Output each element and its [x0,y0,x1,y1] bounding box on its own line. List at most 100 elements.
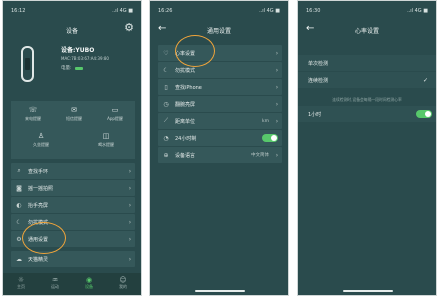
grid-item-sedentary[interactable]: ♙ 久坐提醒 [21,132,61,148]
grid-item-call[interactable]: ☏ 来电提醒 [13,106,53,122]
list-label: 查找手环 [28,168,49,175]
status-signal: ..ıl 4G ■ [259,8,280,14]
settings-row-wrist-turn[interactable]: ◷ 翻腕亮屏 › [158,96,282,112]
heart-icon: ♡ [163,49,169,57]
highlight-circle [175,35,215,67]
chevron-right-icon: › [128,218,132,226]
interval-label: 1小时 [308,111,322,118]
sport-icon: ♒ [51,276,59,284]
tab-label: 我的 [119,284,127,289]
home-indicator [343,290,393,292]
list-label: 天猫精灵 [28,256,49,263]
battery-row: 电量: [61,65,83,71]
tab-profile[interactable]: ☺ 我的 [110,276,136,290]
reminder-grid: ☏ 来电提醒 ✉ 短信提醒 ▭ App提醒 ♙ 久坐提醒 ◫ 喝水提醒 [11,101,135,159]
phone-device-screen: 16:12 ..ıl 4G ■ 设备 ⚙ 设备:YUBO MAC:7B:03:6… [2,0,142,296]
list-item-shake-photo[interactable]: ◙ 摇一摇拍照 › [11,180,135,196]
status-time: 16:12 [11,8,26,14]
status-bar: 16:26 ..ıl 4G ■ [158,8,280,16]
chevron-right-icon: › [275,100,279,108]
interval-toggle[interactable] [416,110,432,118]
chevron-right-icon: › [275,49,279,57]
search-icon: ⌕ [17,167,21,174]
grid-label: 喝水提醒 [98,142,114,147]
settings-row-find-iphone[interactable]: ▯ 查找iPhone › [158,79,282,95]
grid-label: 久坐提醒 [33,142,49,147]
option-continuous-detect[interactable]: 连续检测 ✓ [298,72,436,88]
list-label: 摇一摇拍照 [28,185,54,192]
chevron-right-icon: › [128,201,132,209]
tab-label: 运动 [51,284,59,289]
phone-general-settings-screen: 16:26 ..ıl 4G ■ ← 通用设置 ♡ 心率设置 › ☾ 勿扰模式 ›… [149,0,289,296]
tab-label: 设备 [85,284,93,289]
wrist-icon: ◐ [16,201,22,209]
moon-icon: ☾ [16,218,22,226]
page-title: 设备 [65,28,78,35]
moon-icon: ☾ [163,66,169,74]
row-label: 勿扰模式 [175,67,196,74]
chevron-right-icon: › [275,151,279,159]
phone-heart-rate-screen: 16:30 ..ıl 4G ■ ← 心率设置 单次检测 连续检测 ✓ 连续检测时… [297,0,437,296]
settings-row-24h[interactable]: ◔ 24小时制 [158,130,282,146]
chevron-right-icon: › [128,235,132,243]
row-label: 设备语言 [175,152,196,159]
row-value: km [262,118,269,124]
chevron-right-icon: › [128,167,132,175]
band-image [21,46,34,82]
profile-icon: ☺ [119,276,127,284]
interval-row[interactable]: 1小时 [298,106,436,122]
clock-icon: ◔ [163,134,169,142]
settings-row-language[interactable]: ⊕ 设备语言 中文简体 › [158,147,282,163]
dial-icon: ◷ [163,100,169,108]
row-value: 中文简体 [251,153,269,158]
chevron-right-icon: › [128,255,132,263]
grid-item-app[interactable]: ▭ App提醒 [95,106,135,122]
battery-icon [74,66,83,70]
ruler-icon: ⟋ [163,117,169,124]
chevron-right-icon: › [128,184,132,192]
device-mac: MAC:7B:03:67:A4:39:80 [61,56,109,61]
chevron-right-icon: › [275,117,279,125]
option-label: 连续检测 [308,77,329,84]
activity-icon: ☼ [17,276,25,284]
status-signal: ..ıl 4G ■ [112,8,133,14]
settings-row-dnd[interactable]: ☾ 勿扰模式 › [158,62,282,78]
status-time: 16:26 [158,8,173,14]
chevron-right-icon: › [275,66,279,74]
settings-row-distance-unit[interactable]: ⟋ 距离单位 km › [158,113,282,129]
row-label: 距离单位 [175,118,196,125]
grid-item-sms[interactable]: ✉ 短信提醒 [54,106,94,122]
grid-label: 短信提醒 [66,116,82,121]
status-signal: ..ıl 4G ■ [407,8,428,14]
device-name: 设备:YUBO [61,47,95,54]
hint-text: 连续检测时,设备会每隔一段时间检测心率 [332,97,402,102]
row-label: 查找iPhone [175,84,202,91]
battery-label: 电量: [61,66,72,71]
gear-icon[interactable]: ⚙ [123,22,135,34]
list-item-wrist-wake[interactable]: ◐ 抬手亮屏 › [11,197,135,213]
checkmark-icon: ✓ [422,76,428,84]
tab-bar: ☼ 主页 ♒ 运动 ◉ 设备 ☺ 我的 [3,273,141,295]
grid-item-drink[interactable]: ◫ 喝水提醒 [86,132,126,148]
highlight-circle [22,222,66,254]
drink-icon: ◫ [102,132,110,140]
tab-device[interactable]: ◉ 设备 [76,276,102,290]
grid-label: App提醒 [107,116,123,121]
camera-icon: ◙ [16,184,22,192]
tab-home[interactable]: ☼ 主页 [8,276,34,290]
app-icon: ▭ [111,106,119,114]
24h-toggle[interactable] [262,134,278,142]
globe-icon: ⊕ [163,151,169,159]
row-label: 翻腕亮屏 [175,101,196,108]
list-item-find-band[interactable]: ⌕ 查找手环 › [11,163,135,179]
home-indicator [195,290,245,292]
phone-icon: ▯ [164,83,168,91]
list-item-tmall-genie[interactable]: ☁ 天猫精灵 › [11,251,135,267]
weather-icon: ☁ [16,255,22,263]
message-icon: ✉ [71,106,77,114]
mail-icon: ☏ [28,106,38,114]
tab-sport[interactable]: ♒ 运动 [42,276,68,290]
option-single-detect[interactable]: 单次检测 [298,55,436,71]
row-label: 24小时制 [175,135,197,142]
grid-label: 来电提醒 [25,116,41,121]
